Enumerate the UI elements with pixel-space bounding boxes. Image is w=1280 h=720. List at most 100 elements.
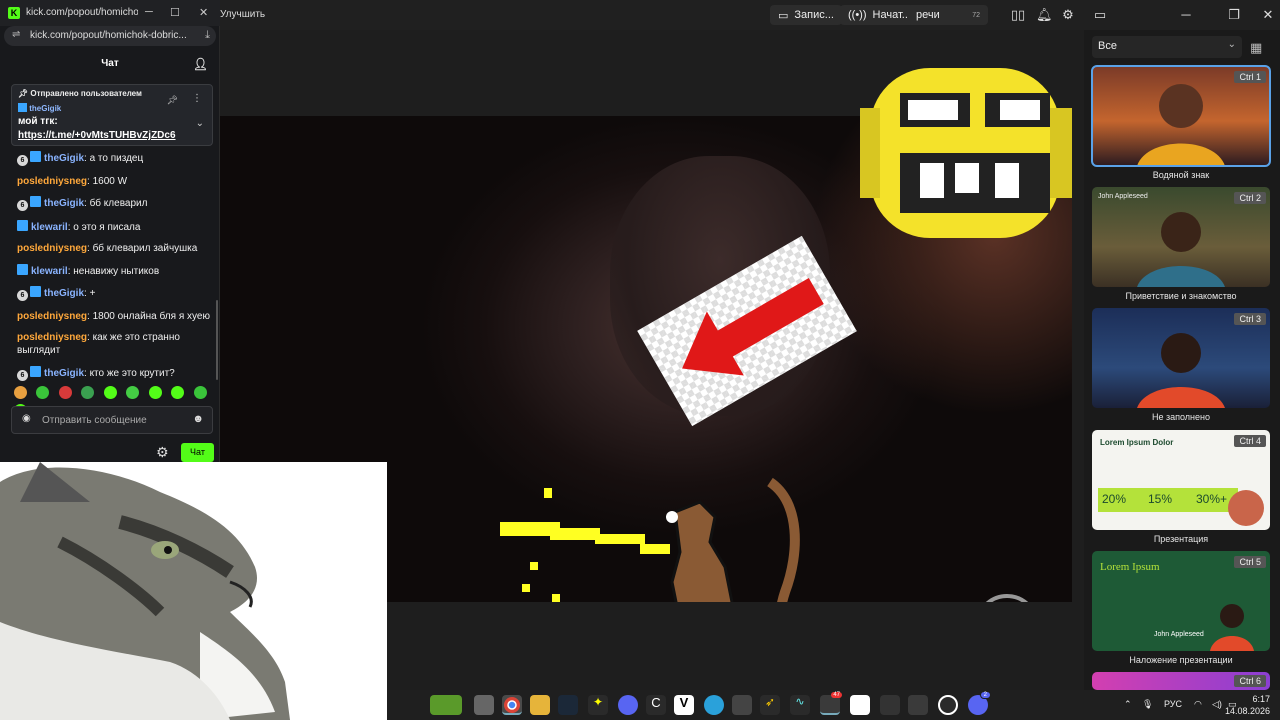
file-explorer-icon[interactable]: [530, 695, 550, 715]
notifications-icon[interactable]: 🔔︎: [1036, 7, 1053, 23]
grid-view-icon[interactable]: ▦: [1250, 40, 1262, 56]
shortcut-badge: Ctrl 2: [1234, 192, 1266, 204]
pinned-text: мой тгк:: [18, 116, 58, 127]
pixel-sun-sticker[interactable]: [850, 48, 1080, 248]
site-settings-icon[interactable]: ⇌: [12, 29, 20, 40]
steam-icon[interactable]: [558, 695, 578, 715]
app-cube-icon[interactable]: [732, 695, 752, 715]
send-chat-button[interactable]: Чат: [181, 443, 214, 462]
more-options-icon[interactable]: ⋮: [192, 93, 202, 104]
telegram-icon[interactable]: [704, 695, 724, 715]
chat-username[interactable]: posledniysneg: [17, 176, 87, 187]
wifi-icon[interactable]: ◠: [1194, 699, 1202, 710]
smiley-icon[interactable]: ☻: [192, 413, 204, 425]
scene-thumb-5[interactable]: Lorem Ipsum John Appleseed Ctrl 5: [1092, 551, 1270, 651]
slide-title: Lorem Ipsum Dolor: [1100, 438, 1174, 447]
chat-message: 6 theGigik: бб клеварил: [17, 196, 213, 211]
pixel-cat-sticker[interactable]: [500, 472, 820, 602]
widgets-icon[interactable]: [430, 695, 462, 715]
restore-icon[interactable]: ❐: [1226, 7, 1242, 23]
download-icon[interactable]: ⤓: [205, 29, 210, 42]
recording-app-icon[interactable]: [908, 695, 928, 715]
emote-icon[interactable]: [193, 386, 207, 399]
stat-1: 20%: [1102, 492, 1127, 506]
minimize-icon[interactable]: ─: [1178, 7, 1194, 23]
scene-thumb-6[interactable]: Ctrl 6: [1092, 672, 1270, 690]
popout-titlebar: K kick.com/popout/homichok-dobric... ─ ☐…: [0, 0, 220, 26]
terminal-icon[interactable]: [880, 695, 900, 715]
scene-thumb-3[interactable]: Ctrl 3: [1092, 308, 1270, 408]
emote-icon[interactable]: [36, 386, 50, 399]
chrome-icon[interactable]: [502, 695, 522, 715]
chat-text: : кто же это крутит?: [84, 367, 175, 379]
chat-username[interactable]: theGigik: [44, 288, 84, 299]
emote-icon[interactable]: [103, 386, 117, 399]
telegram-alt-icon[interactable]: 47: [820, 692, 842, 715]
language-indicator[interactable]: РУС: [1164, 699, 1182, 709]
settings-icon[interactable]: ⚙: [1060, 7, 1076, 23]
volume-icon[interactable]: ◁): [1212, 699, 1222, 710]
layout-icon[interactable]: ▯▯: [1010, 7, 1026, 23]
obs-icon[interactable]: [938, 695, 958, 715]
chat-username[interactable]: theGigik: [44, 153, 84, 164]
discord-icon[interactable]: [618, 695, 638, 715]
vim-icon[interactable]: V: [674, 695, 694, 715]
pin-icon[interactable]: 📌︎: [167, 95, 178, 106]
chat-username[interactable]: klewaril: [31, 222, 68, 233]
audio-icon[interactable]: ∿: [790, 695, 810, 715]
chat-username[interactable]: theGigik: [44, 198, 84, 209]
tray-chevron-icon[interactable]: ⌃: [1124, 699, 1132, 710]
users-icon[interactable]: 👤︎: [193, 50, 208, 78]
improve-label[interactable]: Улучшить: [220, 9, 265, 20]
microphone-icon[interactable]: 🎙︎: [1142, 699, 1153, 710]
chat-username[interactable]: klewaril: [31, 266, 68, 277]
record-button[interactable]: ▭ Запис...: [770, 5, 842, 25]
emote-icon[interactable]: [14, 386, 27, 399]
discord-alt-icon[interactable]: 2: [968, 691, 991, 715]
emote-icon[interactable]: [171, 386, 185, 399]
scene-filter-select[interactable]: Все ⌄: [1092, 36, 1242, 58]
emote-icon[interactable]: [81, 386, 95, 399]
kick-badge-icon: [30, 151, 41, 162]
scene-label-3: Не заполнено: [1151, 412, 1211, 422]
scene-thumb-1[interactable]: Ctrl 1: [1091, 65, 1271, 167]
chat-scrollbar[interactable]: [216, 300, 218, 380]
chat-text: : а то пиздец: [84, 153, 144, 164]
sidebar-toggle-icon[interactable]: ▭: [1092, 7, 1108, 23]
close-icon[interactable]: ✕: [199, 6, 208, 19]
bird-icon[interactable]: ➶: [760, 695, 780, 715]
task-view-icon[interactable]: [474, 695, 494, 715]
chat-message: posledniysneg: бб клеварил зайчушка: [17, 242, 213, 255]
pinned-link[interactable]: https://t.me/+0vMtsTUHBvZjZDc6: [18, 130, 176, 141]
scene-thumb-4[interactable]: Lorem Ipsum Dolor 20% 15% 30%+ Ctrl 4: [1092, 430, 1270, 530]
close-icon[interactable]: ✕: [1260, 7, 1276, 23]
address-bar[interactable]: ⇌ kick.com/popout/homichok-dobric... ⤓: [4, 26, 216, 46]
pinned-message[interactable]: 📌︎ Отправлено пользователем theGigik мой…: [11, 84, 213, 146]
meetings-button[interactable]: речи 72: [908, 5, 988, 25]
cat-photo-overlay[interactable]: [0, 462, 387, 720]
emote-icon[interactable]: [126, 386, 140, 399]
chat-username[interactable]: posledniysneg: [17, 332, 87, 343]
chat-username[interactable]: posledniysneg: [17, 311, 87, 322]
spark-app-icon[interactable]: ✦: [588, 695, 608, 715]
chat-settings-icon[interactable]: ⚙: [156, 444, 169, 461]
chat-username[interactable]: theGigik: [44, 368, 84, 379]
kick-logo-icon: K: [8, 7, 20, 19]
kick-badge-icon: [17, 263, 28, 275]
scene-label-1: Водяной знак: [1152, 170, 1210, 180]
chevron-down-icon[interactable]: ⌄: [196, 118, 204, 129]
chat-username[interactable]: posledniysneg: [17, 243, 87, 254]
chat-message: posledniysneg: 1800 онлайна бля я хуею: [17, 310, 213, 323]
pinned-user[interactable]: theGigik: [18, 103, 61, 113]
scene-thumb-2[interactable]: John Appleseed Ctrl 2: [1092, 187, 1270, 287]
ccleaner-icon[interactable]: C: [646, 695, 666, 715]
capcut-icon[interactable]: [850, 695, 870, 715]
maximize-icon[interactable]: ☐: [170, 6, 180, 19]
emote-picker-icon[interactable]: ◉: [22, 413, 31, 424]
emote-icon[interactable]: [148, 386, 162, 399]
minimize-icon[interactable]: ─: [145, 6, 153, 18]
chat-input[interactable]: ◉ Отправить сообщение ☻: [11, 406, 213, 434]
emote-icon[interactable]: [58, 386, 72, 399]
chat-message: klewaril: ненавижу нытиков: [17, 263, 213, 278]
system-clock[interactable]: 6:17 14.08.2026: [1225, 693, 1270, 717]
